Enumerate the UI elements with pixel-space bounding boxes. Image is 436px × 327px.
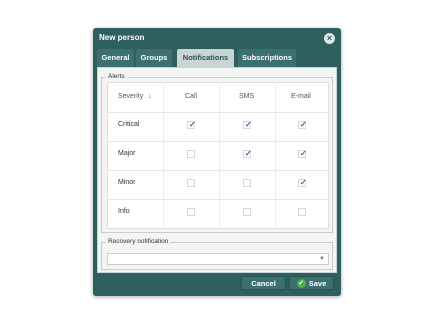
major-email-checkbox[interactable]: ✓ bbox=[298, 150, 307, 158]
sms-header: SMS bbox=[239, 93, 255, 100]
minor-email-checkbox[interactable]: ✓ bbox=[298, 179, 307, 187]
row-label-info: Info bbox=[118, 208, 130, 215]
dialog-footer: Cancel ✓ Save bbox=[93, 273, 341, 296]
alerts-fieldset: Alerts Severity ↓ Call SMS E-mail Critic… bbox=[101, 73, 333, 233]
cancel-button[interactable]: Cancel bbox=[241, 276, 286, 290]
save-button[interactable]: ✓ Save bbox=[289, 276, 334, 290]
arrow-down-icon: ↓ bbox=[148, 93, 152, 100]
row-label-critical: Critical bbox=[118, 121, 140, 128]
critical-email-checkbox[interactable]: ✓ bbox=[298, 121, 307, 129]
tab-groups[interactable]: Groups bbox=[136, 49, 172, 67]
tab-subscriptions[interactable]: Subscriptions bbox=[238, 49, 296, 67]
recovery-notification-select[interactable]: ▼ bbox=[107, 253, 329, 265]
critical-sms-checkbox[interactable]: ✓ bbox=[243, 121, 252, 129]
major-call-checkbox[interactable] bbox=[187, 150, 195, 158]
info-email-checkbox[interactable] bbox=[298, 208, 306, 216]
check-icon: ✓ bbox=[296, 278, 306, 288]
chevron-down-icon: ▼ bbox=[319, 256, 325, 262]
info-sms-checkbox[interactable] bbox=[243, 208, 251, 216]
minor-call-checkbox[interactable] bbox=[187, 179, 195, 187]
tab-general[interactable]: General bbox=[97, 49, 134, 67]
email-header: E-mail bbox=[291, 93, 311, 100]
tab-notifications[interactable]: Notifications bbox=[177, 49, 234, 68]
close-icon[interactable]: × bbox=[324, 33, 335, 44]
save-label: Save bbox=[308, 279, 327, 288]
call-header: Call bbox=[185, 93, 198, 100]
recovery-legend: Recovery notification bbox=[106, 238, 171, 245]
severity-header[interactable]: Severity ↓ bbox=[118, 93, 152, 100]
critical-call-checkbox[interactable]: ✓ bbox=[187, 121, 196, 129]
alerts-table: Severity ↓ Call SMS E-mail Critical ✓ ✓ … bbox=[107, 82, 329, 229]
row-label-minor: Minor bbox=[118, 179, 136, 186]
major-sms-checkbox[interactable]: ✓ bbox=[243, 150, 252, 158]
alerts-legend: Alerts bbox=[106, 73, 127, 80]
dialog-titlebar: New person × bbox=[93, 28, 341, 50]
minor-sms-checkbox[interactable] bbox=[243, 179, 251, 187]
new-person-dialog: New person × General Groups Notification… bbox=[93, 28, 341, 296]
recovery-fieldset: Recovery notification ▼ bbox=[101, 238, 333, 270]
row-label-major: Major bbox=[118, 150, 136, 157]
notifications-panel: Alerts Severity ↓ Call SMS E-mail Critic… bbox=[97, 67, 337, 273]
dialog-title: New person bbox=[99, 33, 145, 42]
info-call-checkbox[interactable] bbox=[187, 208, 195, 216]
